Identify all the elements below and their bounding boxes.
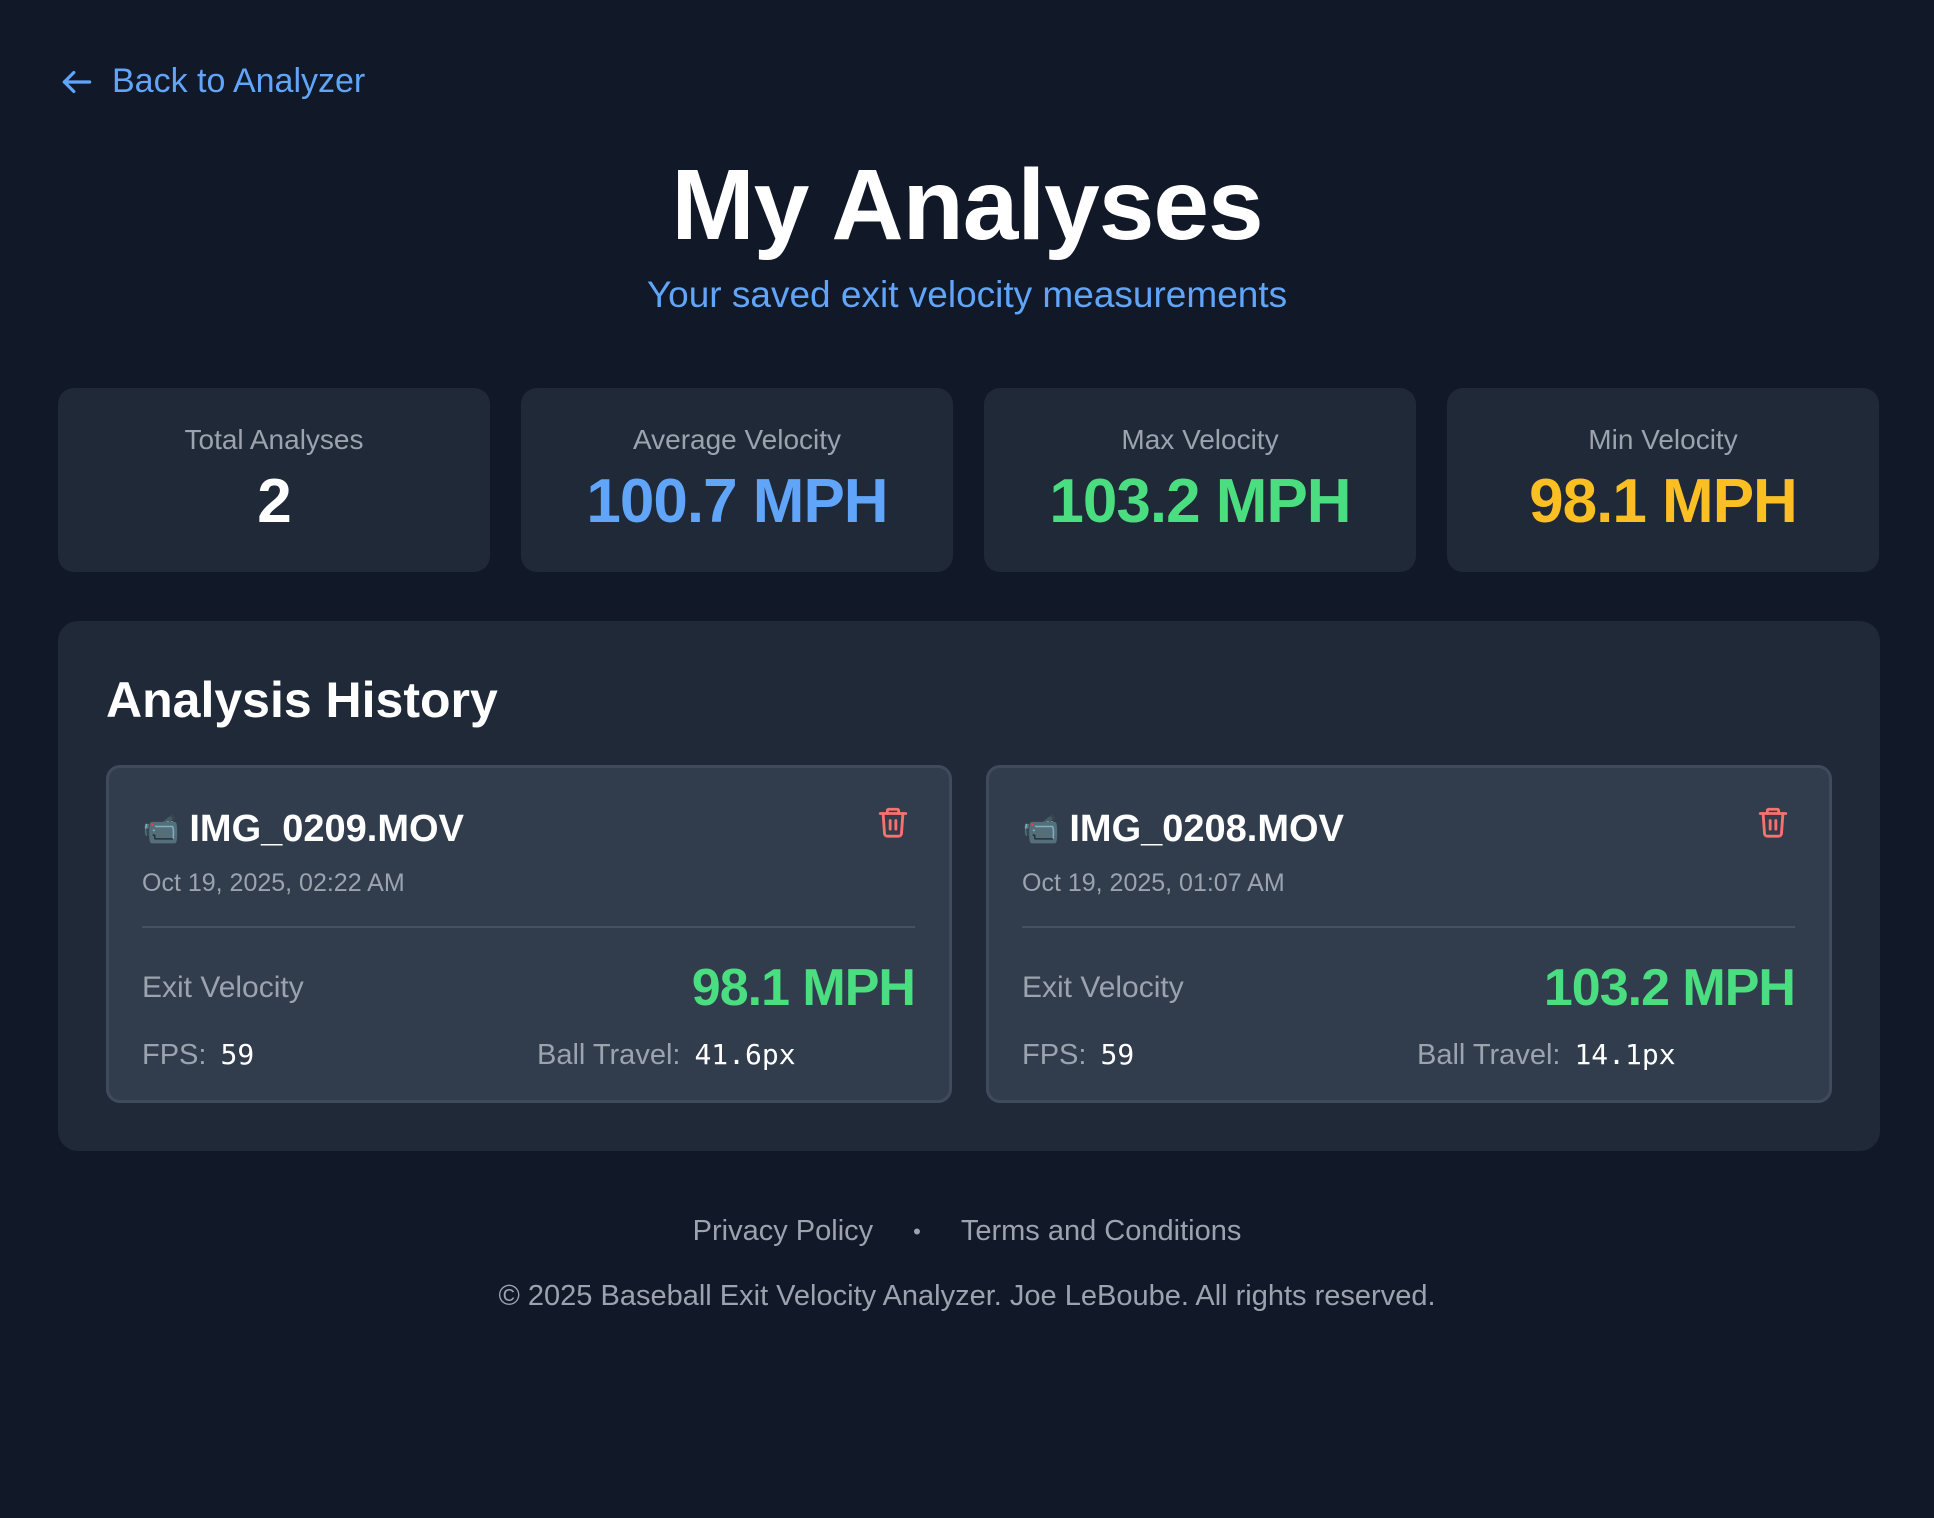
trash-icon [1756,804,1790,845]
section-title: Analysis History [106,672,498,728]
ball-travel-item: Ball Travel: 14.1px [1417,1038,1795,1072]
analysis-history-panel: Analysis History 📹 IMG_0209.MOV Oct 19, … [58,621,1880,1151]
velocity-label: Exit Velocity [142,971,304,1004]
analyses-page: Back to Analyzer My Analyses Your saved … [0,0,1934,1518]
analysis-card: 📹 IMG_0209.MOV Oct 19, 2025, 02:22 AM Ex… [106,765,952,1103]
trash-icon [876,804,910,845]
fps-value: 59 [220,1038,255,1071]
stats-summary: Total Analyses 2 Average Velocity 100.7 … [58,388,1880,572]
stat-label: Total Analyses [184,424,364,455]
stat-value: 2 [257,467,291,536]
video-camera-icon: 📹 [1022,812,1060,846]
back-to-analyzer-link[interactable]: Back to Analyzer [58,62,365,101]
ball-travel-value: 14.1px [1574,1038,1676,1071]
velocity-value: 98.1 MPH [691,959,916,1017]
divider [1022,926,1795,928]
analysis-card: 📹 IMG_0208.MOV Oct 19, 2025, 01:07 AM Ex… [986,765,1832,1103]
divider [142,926,915,928]
analysis-list: 📹 IMG_0209.MOV Oct 19, 2025, 02:22 AM Ex… [106,765,1832,1103]
file-row: 📹 IMG_0209.MOV [142,808,915,851]
file-row: 📹 IMG_0208.MOV [1022,808,1795,851]
fps-item: FPS: 59 [142,1038,537,1072]
velocity-label: Exit Velocity [1022,971,1184,1004]
stat-card-min: Min Velocity 98.1 MPH [1447,388,1879,572]
file-name: IMG_0208.MOV [1069,808,1344,850]
terms-link[interactable]: Terms and Conditions [961,1215,1241,1248]
fps-value: 59 [1100,1038,1135,1071]
stat-label: Max Velocity [1121,424,1279,455]
privacy-policy-link[interactable]: Privacy Policy [693,1215,874,1248]
stat-card-total: Total Analyses 2 [58,388,490,572]
stat-card-max: Max Velocity 103.2 MPH [984,388,1416,572]
velocity-value: 103.2 MPH [1543,959,1796,1017]
velocity-row: Exit Velocity 103.2 MPH [1022,958,1796,1018]
ball-travel-label: Ball Travel: [537,1039,681,1071]
video-camera-icon: 📹 [142,812,180,846]
fps-label: FPS: [142,1039,207,1071]
analysis-date: Oct 19, 2025, 02:22 AM [142,869,405,897]
ball-travel-item: Ball Travel: 41.6px [537,1038,915,1072]
delete-button[interactable] [1753,804,1793,844]
fps-item: FPS: 59 [1022,1038,1417,1072]
stat-value: 98.1 MPH [1529,467,1798,536]
footer-links: Privacy Policy • Terms and Conditions [0,1215,1934,1248]
page-title: My Analyses [671,149,1263,261]
meta-row: FPS: 59 Ball Travel: 14.1px [1022,1038,1795,1072]
copyright-text: © 2025 Baseball Exit Velocity Analyzer. … [498,1280,1436,1312]
ball-travel-label: Ball Travel: [1417,1039,1561,1071]
stat-value: 100.7 MPH [586,467,888,536]
back-link-label: Back to Analyzer [112,62,366,100]
stat-label: Min Velocity [1588,424,1738,455]
meta-row: FPS: 59 Ball Travel: 41.6px [142,1038,915,1072]
ball-travel-value: 41.6px [694,1038,796,1071]
page-header: My Analyses Your saved exit velocity mea… [0,150,1934,316]
stat-label: Average Velocity [632,424,842,455]
stat-value: 103.2 MPH [1049,467,1351,536]
file-name: IMG_0209.MOV [189,808,464,850]
arrow-left-icon [58,63,96,101]
page-subtitle: Your saved exit velocity measurements [646,274,1288,315]
footer-separator: • [913,1218,921,1244]
analysis-date: Oct 19, 2025, 01:07 AM [1022,869,1285,897]
stat-card-average: Average Velocity 100.7 MPH [521,388,953,572]
velocity-row: Exit Velocity 98.1 MPH [142,958,916,1018]
delete-button[interactable] [873,804,913,844]
fps-label: FPS: [1022,1039,1087,1071]
footer: Privacy Policy • Terms and Conditions © … [0,1215,1934,1313]
